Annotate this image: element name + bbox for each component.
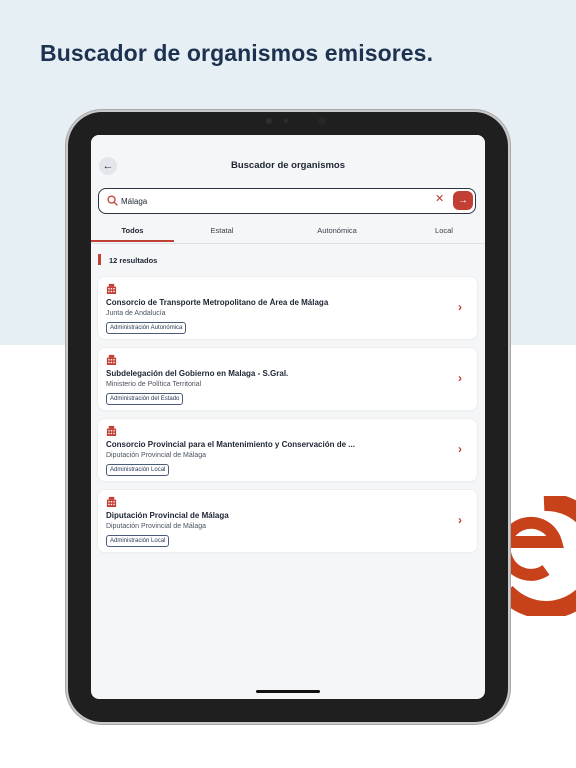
result-card[interactable]: Subdelegación del Gobierno en Malaga - S… [98,348,477,410]
administration-badge: Administración Local [106,464,170,476]
tablet-volume-up [508,156,511,186]
search-input[interactable] [121,193,421,209]
close-icon[interactable]: ✕ [435,194,444,205]
search-icon [107,195,118,206]
card-title: Consorcio de Transporte Metropolitano de… [106,298,329,307]
arrow-right-icon: → [458,194,468,206]
camera-lens [318,117,326,125]
tablet-volume-down [508,190,511,220]
top-bar: ← Buscador de organismos [91,135,485,181]
administration-badge: Administración del Estado [106,393,184,405]
tablet-frame: ← Buscador de organismos ✕ → Todos Estat… [68,112,508,722]
tab-autonomica[interactable]: Autonómica [297,226,377,235]
search-bar: ✕ → [98,188,476,214]
chevron-right-icon: › [458,513,462,527]
building-icon [106,425,117,436]
results-marker [98,254,101,265]
search-submit-button[interactable]: → [453,191,473,210]
chevron-right-icon: › [458,371,462,385]
card-title: Consorcio Provincial para el Mantenimien… [106,440,355,449]
building-icon [106,496,117,507]
sensor-dot [284,119,288,123]
tab-estatal[interactable]: Estatal [185,226,259,235]
card-subtitle: Diputación Provincial de Málaga [106,523,206,530]
administration-badge: Administración Local [106,535,170,547]
app-screen: ← Buscador de organismos ✕ → Todos Estat… [91,135,485,699]
active-tab-indicator [91,240,174,242]
building-icon [106,283,117,294]
result-card[interactable]: Consorcio Provincial para el Mantenimien… [98,419,477,481]
page-headline: Buscador de organismos emisores. [40,40,434,66]
administration-badge: Administración Autonómica [106,322,187,334]
filter-tabs: Todos Estatal Autonómica Local [91,221,485,244]
result-card[interactable]: Consorcio de Transporte Metropolitano de… [98,277,477,339]
building-icon [106,354,117,365]
screen-title: Buscador de organismos [230,160,346,171]
results-count: 12 resultados [109,256,158,265]
home-indicator[interactable] [256,690,320,693]
tab-local[interactable]: Local [417,226,471,235]
card-title: Subdelegación del Gobierno en Malaga - S… [106,369,289,378]
card-subtitle: Diputación Provincial de Málaga [106,452,206,459]
card-subtitle: Ministerio de Política Territorial [106,381,202,388]
tab-todos[interactable]: Todos [91,226,174,235]
result-card[interactable]: Diputación Provincial de Málaga Diputaci… [98,490,477,552]
card-subtitle: Junta de Andalucía [106,310,166,317]
card-title: Diputación Provincial de Málaga [106,511,229,520]
camera-dot [266,118,272,124]
chevron-right-icon: › [458,300,462,314]
chevron-right-icon: › [458,442,462,456]
